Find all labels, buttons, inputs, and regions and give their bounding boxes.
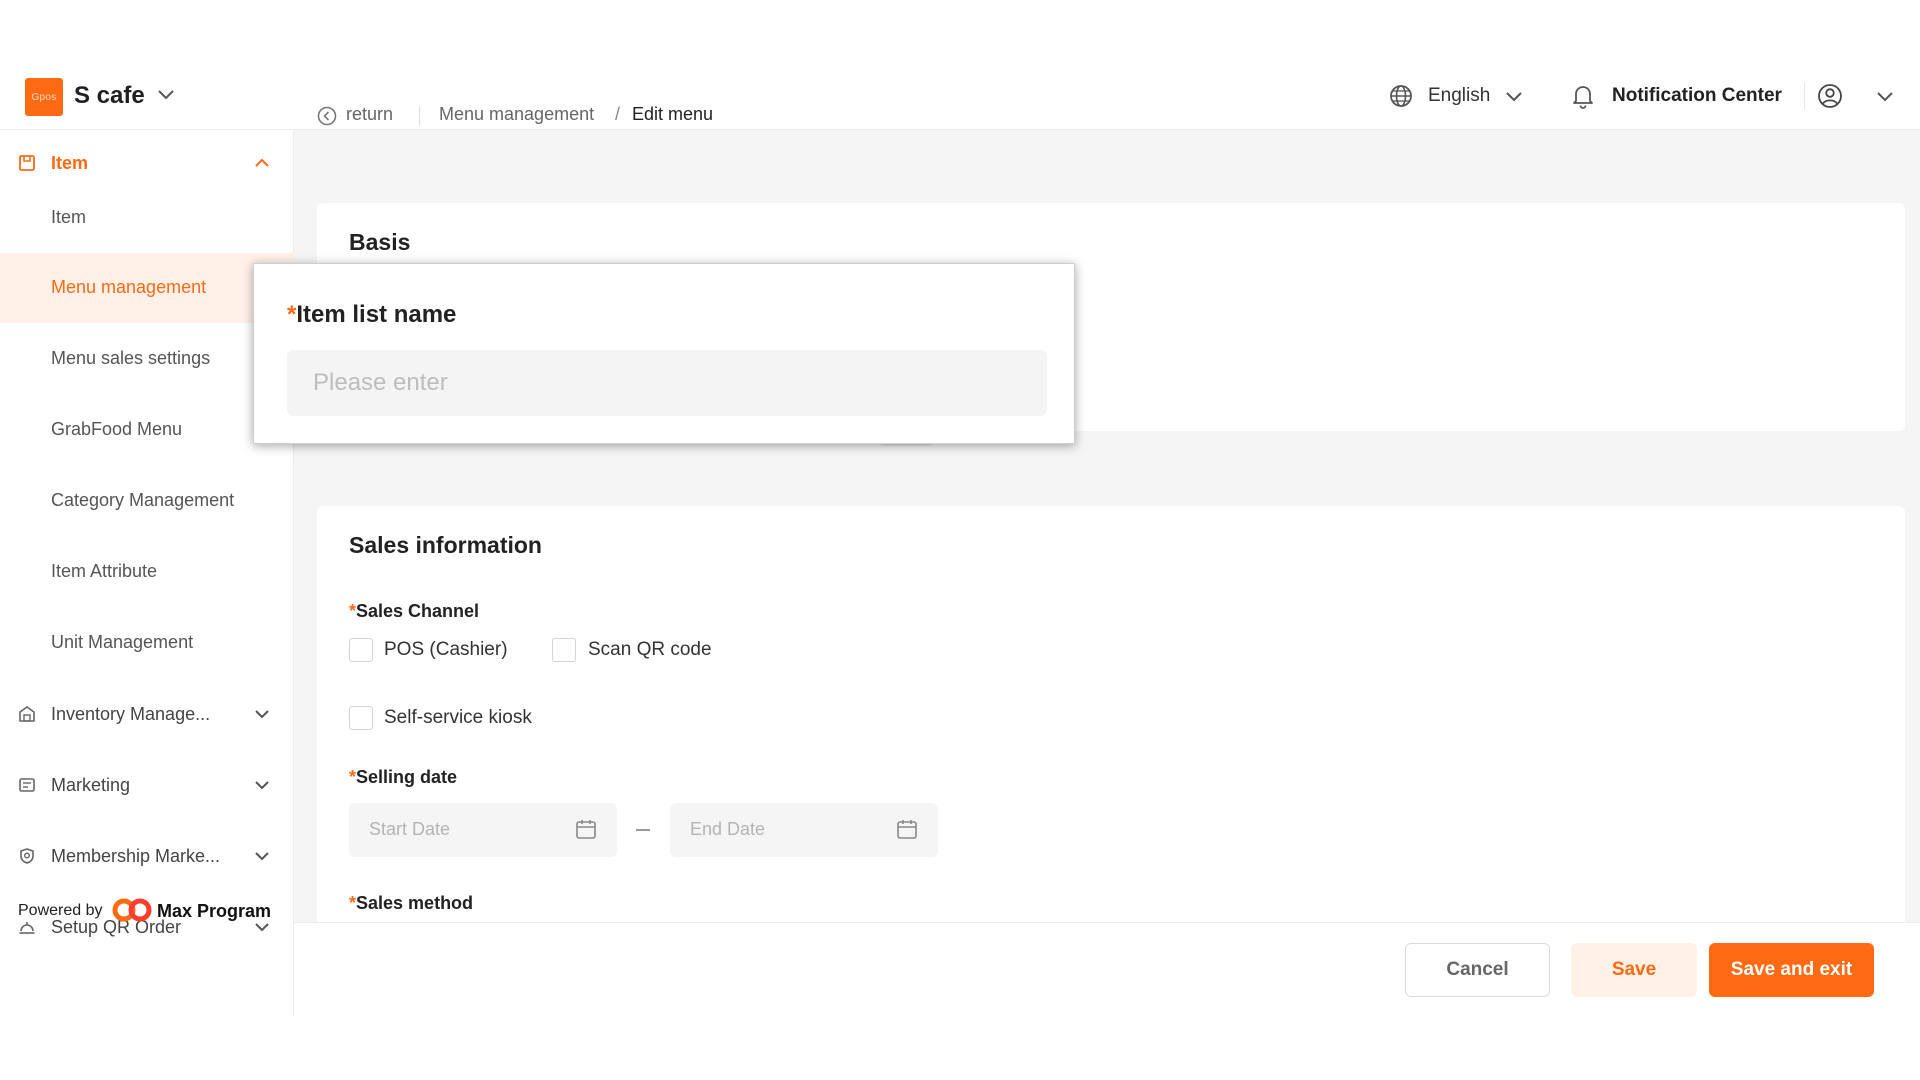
field-label-text: Sales Channel: [356, 601, 480, 621]
store-name[interactable]: S cafe: [74, 82, 145, 110]
calendar-icon: [576, 820, 596, 839]
notification-center-link[interactable]: Notification Center: [1612, 85, 1782, 107]
item-list-name-input[interactable]: [287, 350, 1047, 416]
start-date-placeholder: Start Date: [369, 819, 451, 839]
date-range-dash: [636, 829, 650, 831]
cancel-button[interactable]: Cancel: [1405, 943, 1550, 997]
sidebar-item-label: GrabFood Menu: [51, 419, 183, 439]
sidebar-item-item[interactable]: Item: [0, 183, 294, 253]
bell-icon[interactable]: [1571, 83, 1595, 109]
checkbox-self-service-kiosk[interactable]: [349, 706, 373, 730]
item-icon: [19, 155, 35, 171]
sales-info-title: Sales information: [349, 532, 542, 558]
sidebar-group-label: Marketing: [51, 775, 131, 795]
start-date-picker[interactable]: Start Date: [349, 803, 617, 857]
membership-icon: [20, 848, 34, 864]
user-chevron-down-icon[interactable]: [1876, 91, 1894, 103]
return-arrow-icon[interactable]: [317, 106, 337, 126]
save-and-exit-button[interactable]: Save and exit: [1709, 943, 1874, 997]
sidebar-group-label: Item: [51, 153, 89, 173]
field-label-text: Item list name: [296, 301, 457, 328]
required-mark: *: [287, 301, 297, 328]
sidebar-item-label: Unit Management: [51, 632, 194, 652]
checkbox-label[interactable]: Self-service kiosk: [384, 707, 532, 729]
qr-order-icon: [19, 922, 35, 934]
app-window: Gpos S cafe English Notification Center …: [0, 56, 1920, 1016]
item-list-name-highlight: *Item list name: [253, 263, 1075, 444]
sales-method-label: *Sales method: [349, 893, 473, 914]
store-chevron-down-icon[interactable]: [157, 89, 175, 101]
end-date-placeholder: End Date: [690, 819, 766, 839]
field-label-text: Sales method: [356, 893, 474, 913]
sidebar-item-unit-management[interactable]: Unit Management: [0, 608, 294, 678]
chevron-down-icon[interactable]: [254, 780, 270, 790]
required-mark: *: [349, 893, 357, 913]
top-header: Gpos S cafe English Notification Center: [0, 56, 1920, 130]
header-divider: [1804, 83, 1805, 109]
brand-name: Max Program: [157, 901, 272, 921]
field-label-text: Selling date: [356, 767, 458, 787]
marketing-icon: [19, 778, 35, 792]
sidebar-item-label: Menu management: [51, 277, 207, 297]
breadcrumb-divider: [419, 106, 420, 126]
max-program-logo-icon: [112, 898, 152, 922]
sidebar-group-item[interactable]: Item: [0, 138, 294, 188]
breadcrumb-separator: /: [615, 104, 621, 124]
basis-title: Basis: [349, 229, 411, 255]
sidebar-item-menu-sales-settings[interactable]: Menu sales settings: [0, 324, 294, 394]
end-date-picker[interactable]: End Date: [670, 803, 938, 857]
language-selector[interactable]: English: [1428, 85, 1490, 107]
sidebar-group-label: Inventory Manage...: [51, 704, 211, 724]
checkbox-label[interactable]: POS (Cashier): [384, 639, 508, 661]
breadcrumb-menu-management[interactable]: Menu management: [439, 104, 594, 125]
sidebar-item-menu-management[interactable]: Menu management: [0, 253, 294, 323]
return-link[interactable]: return: [346, 104, 393, 125]
powered-by-text: Powered by: [18, 902, 103, 919]
sidebar-item-label: Item Attribute: [51, 561, 158, 581]
required-mark: *: [349, 601, 357, 621]
sidebar-item-item-attribute[interactable]: Item Attribute: [0, 537, 294, 607]
chevron-up-icon[interactable]: [254, 158, 270, 168]
sidebar-group-marketing[interactable]: Marketing: [0, 760, 294, 810]
sidebar-group-inventory[interactable]: Inventory Manage...: [0, 689, 294, 739]
checkbox-scan-qr-code[interactable]: [552, 638, 576, 662]
sidebar: Item Item Menu management Menu sales set…: [0, 130, 294, 1016]
inventory-icon: [19, 706, 35, 722]
sidebar-item-grabfood-menu[interactable]: GrabFood Menu: [0, 395, 294, 465]
checkbox-label[interactable]: Scan QR code: [588, 639, 712, 661]
globe-icon[interactable]: [1389, 84, 1413, 108]
chevron-down-icon[interactable]: [254, 922, 270, 932]
sidebar-item-category-management[interactable]: Category Management: [0, 466, 294, 536]
user-avatar-icon[interactable]: [1817, 83, 1843, 109]
sidebar-group-label: Membership Marke...: [51, 846, 221, 866]
chevron-down-icon[interactable]: [254, 851, 270, 861]
sidebar-item-label: Menu sales settings: [51, 348, 211, 368]
sidebar-group-membership[interactable]: Membership Marke...: [0, 831, 294, 881]
app-logo: Gpos: [25, 78, 63, 116]
calendar-icon: [897, 820, 917, 839]
checkbox-pos-cashier[interactable]: [349, 638, 373, 662]
language-chevron-down-icon[interactable]: [1505, 91, 1523, 103]
selling-date-label: *Selling date: [349, 767, 457, 788]
item-list-name-label: *Item list name: [287, 301, 456, 329]
save-button[interactable]: Save: [1571, 943, 1697, 997]
required-mark: *: [349, 767, 357, 787]
breadcrumb-edit-menu: Edit menu: [632, 104, 714, 124]
chevron-down-icon[interactable]: [254, 709, 270, 719]
sales-channel-label: *Sales Channel: [349, 601, 479, 622]
sidebar-item-label: Item: [51, 207, 87, 227]
sidebar-item-label: Category Management: [51, 490, 235, 510]
